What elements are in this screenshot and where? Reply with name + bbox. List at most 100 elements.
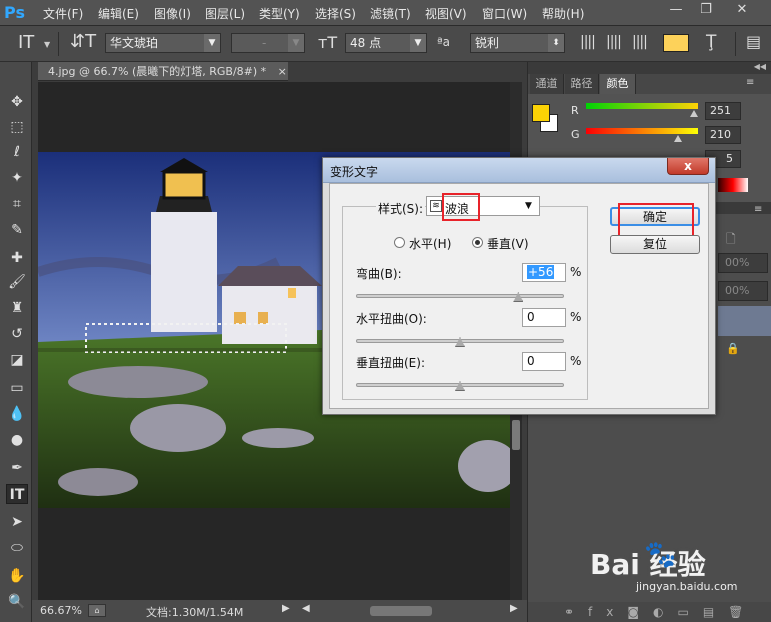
character-panel-icon[interactable]: ▤ [746, 32, 761, 51]
horizontal-distortion-field[interactable]: 0 [522, 308, 566, 327]
vertical-distortion-percent: % [570, 354, 582, 368]
bend-field[interactable]: +56 [522, 263, 566, 282]
selected-layer-row[interactable] [718, 306, 771, 336]
font-style-value: - [262, 36, 267, 50]
type-tool-icon-active[interactable]: IT [6, 484, 28, 504]
layer-filter-icon[interactable]: 🗋 [726, 230, 736, 251]
menu-filter[interactable]: 滤镜(T) [370, 5, 411, 22]
hand-tool-icon[interactable]: ✋ [6, 566, 28, 586]
layers-panel-menu-icon[interactable]: ≡ [754, 204, 762, 215]
menu-type[interactable]: 类型(Y) [259, 5, 300, 22]
tab-paths[interactable]: 路径 [565, 74, 599, 94]
warp-text-icon[interactable]: Ţ [706, 32, 716, 52]
scroll-right-arrow-icon[interactable]: ▶ [510, 603, 518, 614]
g-label: G [571, 128, 580, 141]
g-slider[interactable] [586, 128, 698, 134]
horizontal-scrollbar-thumb[interactable] [370, 606, 432, 616]
warp-text-dialog: 变形文字 x 样式(S): ≋ 波浪 ▼ 水平(H) 垂直(V) 弯曲(B): … [322, 157, 716, 415]
clone-stamp-tool-icon[interactable]: ♜ [6, 298, 28, 318]
chevron-down-icon: ▼ [525, 201, 532, 211]
zoom-tool-icon[interactable]: 🔍 [6, 592, 28, 612]
healing-brush-tool-icon[interactable]: ✚ [6, 248, 28, 268]
preview-icon[interactable]: ⌂ [88, 604, 106, 617]
scrollbar-thumb[interactable] [512, 420, 520, 450]
foreground-color-swatch[interactable] [532, 104, 550, 122]
vertical-distortion-label: 垂直扭曲(E): [356, 356, 425, 370]
bend-slider[interactable] [356, 294, 564, 298]
brush-tool-icon[interactable]: 🖌 [6, 272, 28, 292]
menu-image[interactable]: 图像(I) [154, 5, 191, 22]
tool-preset-arrow-icon[interactable]: ▼ [44, 40, 50, 49]
horizontal-distortion-label: 水平扭曲(O): [356, 312, 427, 326]
scroll-left-arrow-icon[interactable]: ◀ [302, 603, 310, 614]
menu-help[interactable]: 帮助(H) [542, 5, 584, 22]
text-color-swatch[interactable] [663, 34, 689, 52]
antialias-dropdown[interactable]: 锐利 ⬍ [470, 33, 565, 53]
vertical-radio[interactable] [472, 237, 483, 248]
menu-bar: Ps 文件(F) 编辑(E) 图像(I) 图层(L) 类型(Y) 选择(S) 滤… [0, 0, 771, 26]
chevron-updown-icon: ⬍ [548, 34, 564, 52]
fill-field[interactable]: 00% [718, 281, 768, 301]
menu-edit[interactable]: 编辑(E) [98, 5, 139, 22]
align-center-icon[interactable]: |||| [606, 34, 622, 50]
magic-wand-tool-icon[interactable]: ✦ [6, 168, 28, 188]
vertical-distortion-field[interactable]: 0 [522, 352, 566, 371]
panel-collapse-bar[interactable]: ◀◀ [528, 62, 771, 74]
blur-tool-icon[interactable]: 💧 [6, 404, 28, 424]
layers-footer-icons[interactable]: ⚭fx◙◐▭▤🗑 [528, 602, 771, 622]
history-brush-tool-icon[interactable]: ↺ [6, 324, 28, 344]
eraser-tool-icon[interactable]: ◪ [6, 350, 28, 370]
font-family-dropdown[interactable]: 华文琥珀 ▼ [105, 33, 221, 53]
zoom-level[interactable]: 66.67% [40, 604, 82, 617]
lasso-tool-icon[interactable]: ℓ [6, 142, 28, 162]
document-tab[interactable]: 4.jpg @ 66.7% (晨曦下的灯塔, RGB/8#) * × [38, 62, 288, 81]
dialog-close-button[interactable]: x [667, 158, 709, 175]
status-menu-arrow-icon[interactable]: ▶ [282, 603, 290, 614]
gradient-tool-icon[interactable]: ▭ [6, 378, 28, 398]
crop-tool-icon[interactable]: ⌗ [6, 194, 28, 214]
path-selection-tool-icon[interactable]: ➤ [6, 512, 28, 532]
move-tool-icon[interactable]: ✥ [6, 92, 28, 112]
tab-color[interactable]: 颜色 [600, 74, 636, 94]
horizontal-distortion-percent: % [570, 310, 582, 324]
style-label: 样式(S): [376, 200, 426, 217]
color-ramp[interactable] [718, 178, 748, 192]
align-left-icon[interactable]: |||| [580, 34, 596, 50]
menu-layer[interactable]: 图层(L) [205, 5, 245, 22]
r-value-field[interactable]: 251 [705, 102, 741, 120]
font-size-value: 48 点 [350, 36, 382, 50]
marquee-tool-icon[interactable]: ⬚ [6, 117, 28, 137]
menu-select[interactable]: 选择(S) [315, 5, 356, 22]
font-style-dropdown[interactable]: - ▼ [231, 33, 305, 53]
tools-panel: ✥ ⬚ ℓ ✦ ⌗ ✎ ✚ 🖌 ♜ ↺ ◪ ▭ 💧 ● ✒ IT ➤ ⬭ ✋ 🔍 [0, 62, 32, 622]
restore-button[interactable]: ❐ [692, 0, 720, 20]
menu-view[interactable]: 视图(V) [425, 5, 467, 22]
pen-tool-icon[interactable]: ✒ [6, 458, 28, 478]
type-tool-icon[interactable]: IT [18, 32, 34, 53]
font-family-value: 华文琥珀 [110, 36, 159, 50]
font-size-dropdown[interactable]: 48 点 ▼ [345, 33, 427, 53]
ellipse-tool-icon[interactable]: ⬭ [6, 538, 28, 558]
doc-info: 文档:1.30M/1.54M [146, 606, 244, 619]
minimize-button[interactable]: — [662, 0, 690, 20]
close-tab-icon[interactable]: × [278, 65, 287, 78]
r-label: R [571, 104, 579, 117]
menu-window[interactable]: 窗口(W) [482, 5, 527, 22]
g-value-field[interactable]: 210 [705, 126, 741, 144]
panel-menu-icon[interactable]: ≡ [746, 77, 754, 88]
toggle-orientation-icon[interactable]: ⇵T [70, 31, 96, 52]
font-size-icon: тT [318, 33, 338, 52]
horizontal-label: 水平(H) [409, 237, 452, 251]
chevron-down-icon: ▼ [410, 34, 426, 52]
tab-channels[interactable]: 通道 [530, 74, 564, 94]
menu-file[interactable]: 文件(F) [43, 5, 83, 22]
eyedropper-tool-icon[interactable]: ✎ [6, 220, 28, 240]
close-window-button[interactable]: ✕ [722, 0, 762, 20]
paw-icon: 🐾 [644, 540, 677, 570]
opacity-field[interactable]: 00% [718, 253, 768, 273]
dodge-tool-icon[interactable]: ● [6, 430, 28, 450]
horizontal-radio[interactable] [394, 237, 405, 248]
align-right-icon[interactable]: |||| [632, 34, 648, 50]
reset-button[interactable]: 复位 [610, 235, 700, 254]
r-slider[interactable] [586, 103, 698, 109]
